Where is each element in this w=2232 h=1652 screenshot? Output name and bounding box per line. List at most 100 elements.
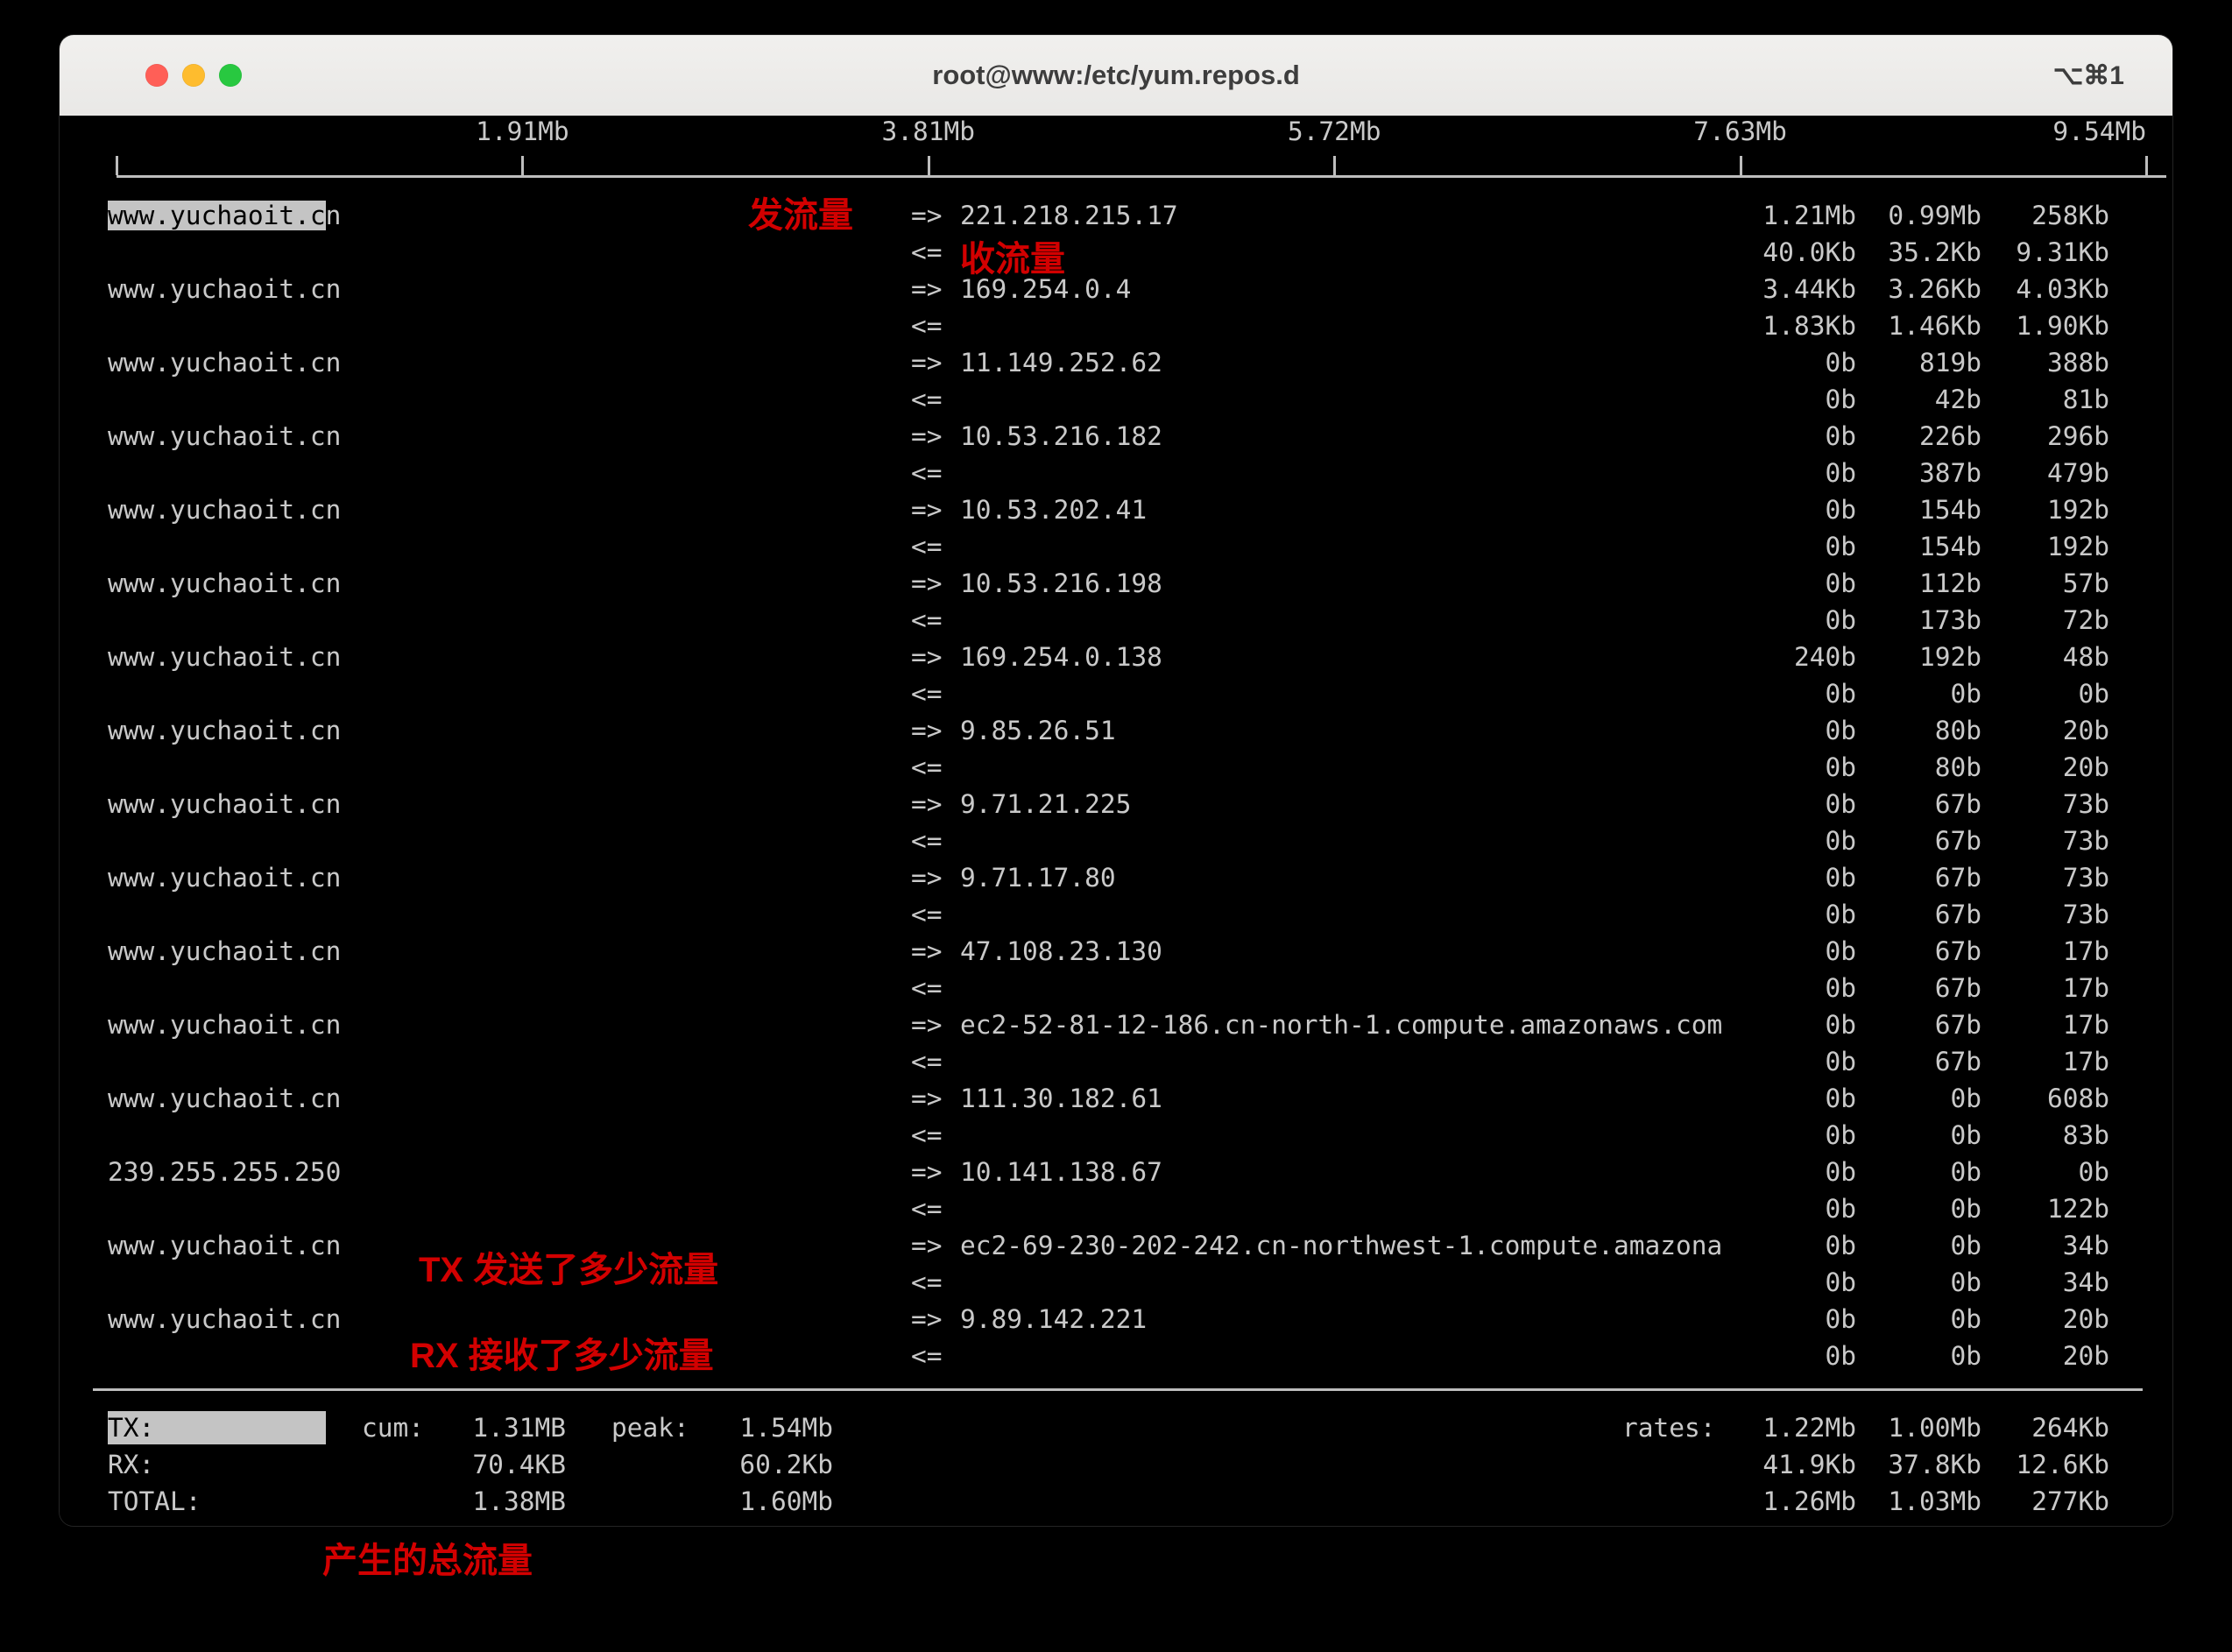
rx-rate-40s: 9.31Kb bbox=[2016, 234, 2109, 271]
host-cell: www.yuchaoit.cn bbox=[108, 1227, 341, 1264]
host-cell: www.yuchaoit.cn bbox=[108, 491, 341, 528]
tx-rate-2s: 1.21Mb bbox=[1762, 197, 1856, 234]
rx-rate-10s: 67b bbox=[1935, 970, 1981, 1006]
host-cell: www.yuchaoit.cn bbox=[108, 1006, 341, 1043]
tx-cumulative-highlight: TX: bbox=[108, 1411, 326, 1444]
connection-row-tx: www.yuchaoit.cn=>169.254.0.43.44Kb3.26Kb… bbox=[60, 271, 2172, 307]
rx-rate-2s: 0b bbox=[1825, 602, 1856, 639]
total-label: TOTAL: bbox=[108, 1483, 201, 1520]
peer-cell: 10.53.202.41 bbox=[960, 491, 1147, 528]
direction-arrow-out: => bbox=[911, 639, 943, 675]
rx-rate-10s: 80b bbox=[1935, 749, 1981, 786]
direction-arrow-in: <= bbox=[911, 675, 943, 712]
tx-rate-10s: 67b bbox=[1935, 859, 1981, 896]
rx-rate-2s: 0b bbox=[1825, 822, 1856, 859]
tx-rate-2s: 1.22Mb bbox=[1762, 1409, 1856, 1446]
direction-arrow-out: => bbox=[911, 712, 943, 749]
scale-label: 9.54Mb bbox=[2052, 117, 2146, 145]
direction-arrow-out: => bbox=[911, 1006, 943, 1043]
summary-divider bbox=[93, 1388, 2143, 1391]
host-cell: www.yuchaoit.cn bbox=[108, 271, 341, 307]
window-title: root@www:/etc/yum.repos.d bbox=[60, 35, 2172, 116]
rx-rate-40s: 1.90Kb bbox=[2016, 307, 2109, 344]
tx-rate-2s: 0b bbox=[1825, 565, 1856, 602]
tx-rate-40s: 20b bbox=[2063, 712, 2109, 749]
tx-rate-40s: 73b bbox=[2063, 786, 2109, 822]
tx-rate-10s: 80b bbox=[1935, 712, 1981, 749]
total-rate-2s: 1.26Mb bbox=[1762, 1483, 1856, 1520]
rx-rate-10s: 0b bbox=[1950, 675, 1981, 712]
direction-arrow-in: <= bbox=[911, 896, 943, 933]
direction-arrow-out: => bbox=[911, 1080, 943, 1117]
connection-row-rx: <=0b154b192b bbox=[60, 528, 2172, 565]
connection-row-tx: www.yuchaoit.cn=>10.53.216.1980b112b57b bbox=[60, 565, 2172, 602]
connection-row-tx: www.yuchaoit.cn=>111.30.182.610b0b608b bbox=[60, 1080, 2172, 1117]
rx-rate-2s: 0b bbox=[1825, 749, 1856, 786]
host-cell: www.yuchaoit.cn bbox=[108, 712, 341, 749]
connection-row-tx: www.yuchaoit.cn=>9.89.142.2210b0b20b bbox=[60, 1301, 2172, 1338]
host-cell: 239.255.255.250 bbox=[108, 1154, 341, 1190]
peer-cell: 9.89.142.221 bbox=[960, 1301, 1147, 1338]
tx-rate-40s: 17b bbox=[2063, 1006, 2109, 1043]
rx-rate-40s: 20b bbox=[2063, 1338, 2109, 1374]
connection-row-rx: <=1.83Kb1.46Kb1.90Kb bbox=[60, 307, 2172, 344]
rx-rate-10s: 35.2Kb bbox=[1888, 234, 1981, 271]
rx-rate-10s: 1.46Kb bbox=[1888, 307, 1981, 344]
rx-rate-10s: 0b bbox=[1950, 1338, 1981, 1374]
rx-rate-10s: 154b bbox=[1919, 528, 1981, 565]
peer-cell: 10.53.216.198 bbox=[960, 565, 1162, 602]
direction-arrow-in: <= bbox=[911, 970, 943, 1006]
tx-rate-40s: 48b bbox=[2063, 639, 2109, 675]
host-cell: www.yuchaoit.cn bbox=[108, 565, 341, 602]
tx-rate-10s: 0.99Mb bbox=[1888, 197, 1981, 234]
tx-rate-10s: 0b bbox=[1950, 1227, 1981, 1264]
tx-rate-10s: 67b bbox=[1935, 1006, 1981, 1043]
rx-rate-2s: 40.0Kb bbox=[1762, 234, 1856, 271]
rx-peak-value: 60.2Kb bbox=[739, 1446, 833, 1483]
tx-rate-40s: 264Kb bbox=[2031, 1409, 2109, 1446]
connection-row-rx: <=0b80b20b bbox=[60, 749, 2172, 786]
scale-tick bbox=[1333, 156, 1336, 175]
rx-rate-40s: 0b bbox=[2078, 675, 2109, 712]
connection-row-rx: <=0b0b122b bbox=[60, 1190, 2172, 1227]
scale-label: 7.63Mb bbox=[1693, 117, 1787, 145]
connection-row-tx: www.yuchaoit.cn=>169.254.0.138240b192b48… bbox=[60, 639, 2172, 675]
host-cell: www.yuchaoit.cn bbox=[108, 344, 341, 381]
scale-label: 1.91Mb bbox=[476, 117, 569, 145]
direction-arrow-in: <= bbox=[911, 528, 943, 565]
tx-rate-10s: 192b bbox=[1919, 639, 1981, 675]
tx-rate-40s: 20b bbox=[2063, 1301, 2109, 1338]
host-cell: www.yuchaoit.cn bbox=[108, 1301, 341, 1338]
cum-label: cum: bbox=[362, 1409, 424, 1446]
rx-rate-10s: 0b bbox=[1950, 1117, 1981, 1154]
rx-rate-40s: 34b bbox=[2063, 1264, 2109, 1301]
rx-rate-10s: 387b bbox=[1919, 455, 1981, 491]
scale-tick bbox=[928, 156, 930, 175]
terminal-screen[interactable]: 1.91Mb3.81Mb5.72Mb7.63Mb9.54Mb www.yucha… bbox=[60, 116, 2172, 1526]
connection-row-tx: www.yuchaoit.cn=>10.53.202.410b154b192b bbox=[60, 491, 2172, 528]
direction-arrow-out: => bbox=[911, 344, 943, 381]
rx-rate-40s: 122b bbox=[2047, 1190, 2109, 1227]
tx-rate-10s: 0b bbox=[1950, 1301, 1981, 1338]
tx-rate-40s: 57b bbox=[2063, 565, 2109, 602]
direction-arrow-out: => bbox=[911, 933, 943, 970]
titlebar[interactable]: root@www:/etc/yum.repos.d ⌥⌘1 bbox=[60, 35, 2172, 117]
rx-rate-40s: 12.6Kb bbox=[2016, 1446, 2109, 1483]
direction-arrow-in: <= bbox=[911, 1043, 943, 1080]
direction-arrow-in: <= bbox=[911, 1117, 943, 1154]
rx-rate-2s: 0b bbox=[1825, 381, 1856, 418]
tx-rate-2s: 240b bbox=[1794, 639, 1856, 675]
tx-rate-2s: 0b bbox=[1825, 1006, 1856, 1043]
tx-rate-10s: 0b bbox=[1950, 1080, 1981, 1117]
total-rate-40s: 277Kb bbox=[2031, 1483, 2109, 1520]
rx-rate-2s: 0b bbox=[1825, 528, 1856, 565]
tx-rate-2s: 0b bbox=[1825, 491, 1856, 528]
host-cell: www.yuchaoit.cn bbox=[108, 197, 341, 234]
total-cum-value: 1.38MB bbox=[472, 1483, 566, 1520]
rx-rate-10s: 67b bbox=[1935, 1043, 1981, 1080]
annotation-tx-traffic: 发流量 bbox=[748, 195, 853, 236]
tx-rate-40s: 0b bbox=[2078, 1154, 2109, 1190]
direction-arrow-in: <= bbox=[911, 749, 943, 786]
peak-label: peak: bbox=[611, 1409, 689, 1446]
peer-cell: 10.53.216.182 bbox=[960, 418, 1162, 455]
